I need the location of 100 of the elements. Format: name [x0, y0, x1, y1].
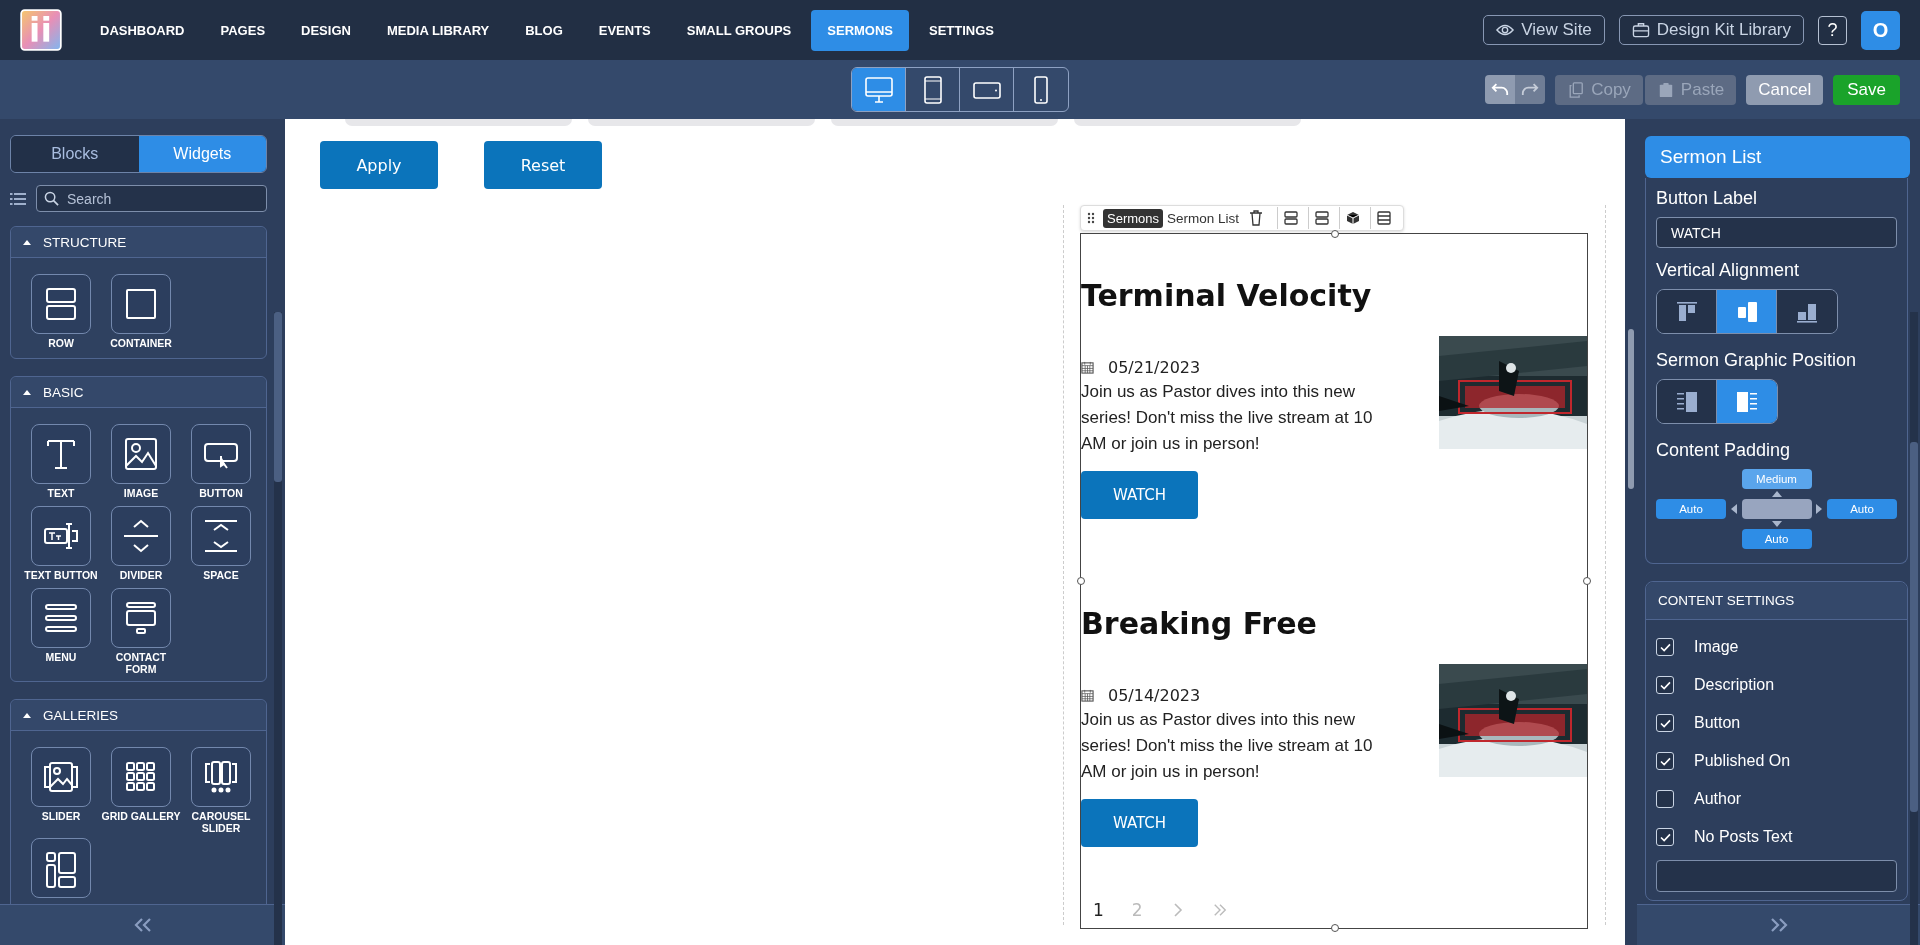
graphic-right-button[interactable]: [1717, 380, 1777, 423]
redo-icon: [1521, 82, 1540, 97]
widget-label: SLIDER: [41, 810, 81, 822]
widget-label: CONTAINER: [110, 337, 172, 349]
search-field[interactable]: Search: [36, 185, 267, 212]
watch-button[interactable]: WATCH: [1081, 471, 1198, 519]
checkbox-label: Button: [1694, 714, 1741, 732]
nav-tab[interactable]: PAGES: [204, 9, 282, 51]
widget-label: TEXT BUTTON: [24, 569, 98, 581]
nav-tab[interactable]: MEDIA LIBRARY: [370, 9, 506, 51]
filter-button[interactable]: Reset: [484, 141, 602, 189]
field-label: Vertical Alignment: [1656, 260, 1801, 281]
resize-handle[interactable]: [1583, 577, 1591, 585]
calendar-icon: [1081, 361, 1094, 374]
sermon-date: 05/21/2023: [1108, 358, 1201, 377]
checkbox[interactable]: [1656, 676, 1674, 694]
checkmark-icon: [1659, 756, 1671, 766]
nav-tab[interactable]: SMALL GROUPS: [670, 9, 808, 51]
filter-button[interactable]: Apply: [320, 141, 438, 189]
filter-field[interactable]: [1074, 119, 1301, 126]
field-label: Sermon Graphic Position: [1656, 350, 1858, 371]
list-icon[interactable]: [10, 191, 26, 206]
undo-icon: [1491, 82, 1510, 97]
widget-tile[interactable]: [111, 424, 171, 484]
widget-name: Sermon List: [1167, 210, 1240, 226]
widget-label: MENU: [45, 651, 77, 663]
checkbox[interactable]: [1656, 790, 1674, 808]
arrow-up-icon: [1771, 491, 1782, 497]
redo-button[interactable]: [1515, 75, 1546, 104]
design-kit-library-button[interactable]: Design Kit Library: [1618, 15, 1804, 45]
sermon-date: 05/14/2023: [1108, 686, 1201, 705]
trash-icon[interactable]: [1249, 210, 1264, 226]
filter-field[interactable]: [588, 119, 815, 126]
widget-tile[interactable]: [31, 274, 91, 334]
widget-tile[interactable]: [111, 747, 171, 807]
widget-tile[interactable]: [31, 588, 91, 648]
graphic-right-icon: [1734, 390, 1760, 413]
checkmark-icon: [1659, 642, 1671, 652]
view-site-button[interactable]: View Site: [1483, 15, 1605, 45]
calendar-icon: [1081, 689, 1094, 702]
resize-handle[interactable]: [1331, 924, 1339, 932]
no-posts-text-field[interactable]: [1656, 860, 1897, 892]
widget-label: BUTTON: [199, 487, 243, 499]
checkbox-label: No Posts Text: [1694, 828, 1793, 846]
panel-tab[interactable]: Blocks: [11, 136, 139, 172]
sermon-description: Join us as Pastor dives into this new series! Don't miss the live stream at 10 AM or join us in person!: [1081, 381, 1374, 455]
briefcase-icon: [1631, 22, 1650, 38]
button-label-field[interactable]: WATCH: [1656, 217, 1897, 248]
section-title: STRUCTURE: [43, 234, 127, 250]
nav-tab[interactable]: SETTINGS: [913, 9, 1011, 51]
widget-tag: Sermons: [1103, 208, 1164, 228]
scrollbar[interactable]: [1910, 312, 1918, 945]
field-label: Button Label: [1656, 188, 1759, 209]
checkbox-label: Image: [1694, 638, 1739, 656]
eye-icon: [1496, 22, 1515, 38]
checkbox[interactable]: [1656, 752, 1674, 770]
field-label: Content Padding: [1656, 440, 1792, 461]
widget-tile[interactable]: [191, 747, 251, 807]
desktop-view-button[interactable]: [852, 68, 906, 111]
align-middle-button[interactable]: [1717, 290, 1777, 333]
widget-tile[interactable]: [191, 424, 251, 484]
widget-tile[interactable]: [31, 424, 91, 484]
widget-tile[interactable]: [31, 747, 91, 807]
resize-handle[interactable]: [1077, 577, 1085, 585]
rows-icon: [1284, 211, 1299, 225]
align-top-button[interactable]: [1657, 290, 1717, 333]
checkbox[interactable]: [1656, 638, 1674, 656]
widget-tile[interactable]: [31, 838, 91, 898]
section-header[interactable]: BASIC: [11, 377, 266, 408]
help-button[interactable]: ?: [1818, 15, 1847, 45]
widget-label: SPACE: [203, 569, 239, 581]
section-header[interactable]: STRUCTURE: [11, 227, 266, 258]
panel-title: Sermon List: [1645, 136, 1910, 178]
widget-tile[interactable]: [111, 274, 171, 334]
widget-label: TEXT: [47, 487, 75, 499]
align-bottom-button[interactable]: [1777, 290, 1837, 333]
sermon-title: Terminal Velocity: [1081, 277, 1373, 315]
graphic-left-button[interactable]: [1657, 380, 1717, 423]
filter-field[interactable]: [831, 119, 1058, 126]
widget-tile[interactable]: [31, 506, 91, 566]
nav-tab[interactable]: EVENTS: [582, 9, 667, 51]
section-header[interactable]: GALLERIES: [11, 700, 266, 731]
watch-button[interactable]: WATCH: [1081, 799, 1198, 847]
widget-tile[interactable]: [191, 506, 251, 566]
scrollbar[interactable]: [274, 312, 282, 945]
widget-tile[interactable]: [111, 506, 171, 566]
undo-button[interactable]: [1485, 75, 1516, 104]
nav-tab[interactable]: DESIGN: [285, 9, 367, 51]
nav-tab[interactable]: DASHBOARD: [84, 9, 201, 51]
page-link[interactable]: 1: [1093, 900, 1104, 920]
widget-tile[interactable]: [111, 588, 171, 648]
section-title: GALLERIES: [43, 707, 119, 723]
double-chevron-left-icon: [132, 918, 153, 932]
checkbox[interactable]: [1656, 828, 1674, 846]
drag-handle-icon[interactable]: [1087, 212, 1095, 224]
filter-field[interactable]: [345, 119, 572, 126]
checkbox[interactable]: [1656, 714, 1674, 732]
section-header: CONTENT SETTINGS: [1646, 582, 1907, 620]
nav-tab[interactable]: BLOG: [509, 9, 579, 51]
resize-handle[interactable]: [1331, 230, 1339, 238]
